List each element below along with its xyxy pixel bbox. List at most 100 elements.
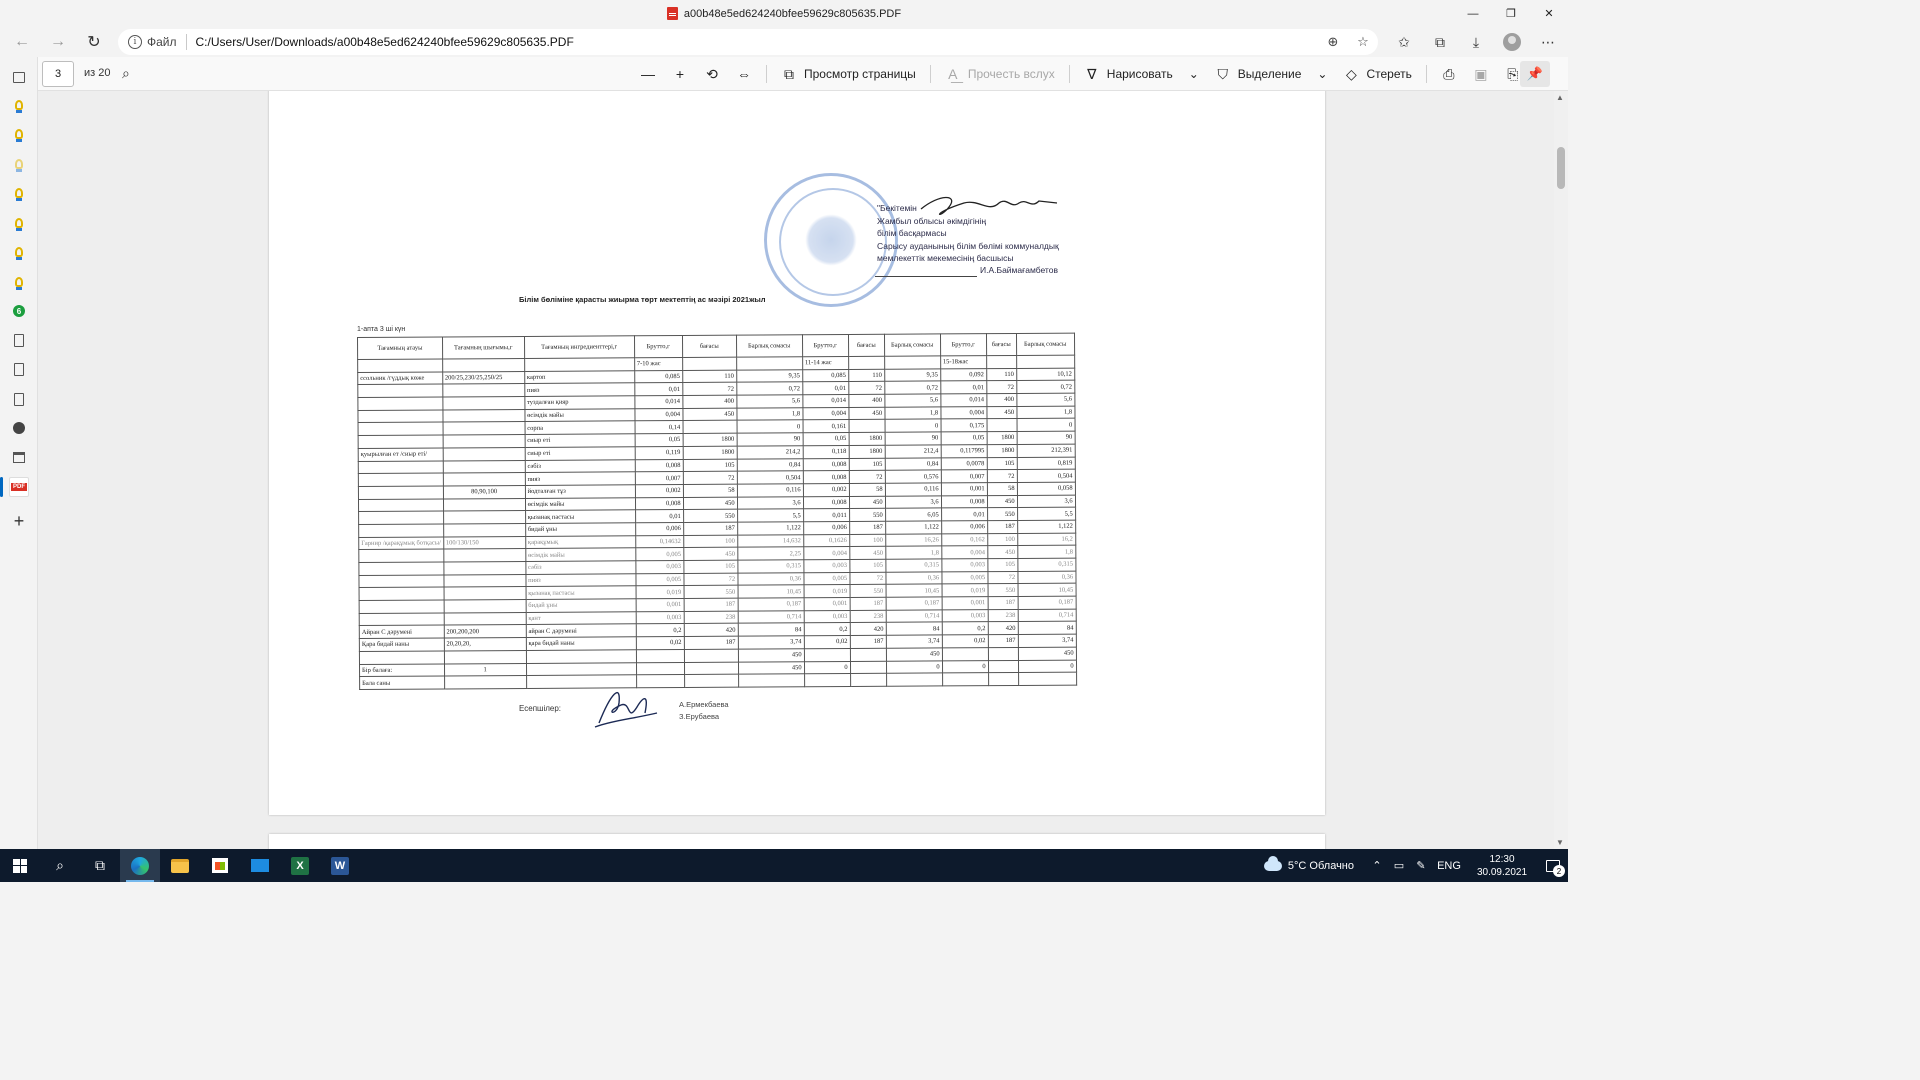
- edge-icon: [131, 856, 149, 875]
- zoom-out-button[interactable]: —: [632, 57, 664, 91]
- vertical-scrollbar[interactable]: ▲ ▼: [1554, 91, 1568, 849]
- table-cell: 450: [738, 661, 805, 675]
- search-button[interactable]: ⌕: [40, 849, 80, 882]
- refresh-button[interactable]: ↻: [76, 27, 112, 57]
- pdf-search-button[interactable]: ⌕: [122, 65, 130, 82]
- pin-toolbar-button[interactable]: 📌: [1520, 61, 1550, 87]
- sidebar-item-pdf[interactable]: PDF: [0, 473, 38, 501]
- print-button[interactable]: ⎙: [1433, 57, 1465, 91]
- table-cell: қарақұмық: [525, 535, 636, 549]
- minimize-button[interactable]: —: [1454, 0, 1492, 27]
- bulb-icon: [15, 247, 23, 260]
- table-cell: 0,005: [635, 547, 684, 561]
- profile-button[interactable]: [1494, 27, 1530, 57]
- table-cell: 0,011: [803, 508, 850, 522]
- table-cell: [884, 355, 941, 369]
- taskbar-mail[interactable]: [240, 849, 280, 882]
- network-icon[interactable]: ▭: [1388, 859, 1410, 872]
- approval-line-5: мемлекеттік мекемесінің басшысы: [877, 253, 1014, 263]
- favorites-button[interactable]: ✩: [1386, 27, 1422, 57]
- weather-widget[interactable]: 5°C Облачно: [1263, 855, 1354, 872]
- pen-icon[interactable]: ✎: [1410, 859, 1432, 872]
- notifications-button[interactable]: 2: [1538, 849, 1568, 882]
- zoom-icon[interactable]: ⊕: [1324, 33, 1342, 51]
- chevron-up-icon[interactable]: ⌃: [1366, 859, 1388, 872]
- pdf-viewer[interactable]: "Бекітемін Жамбыл облысы әкімдігінің біл…: [38, 91, 1554, 849]
- close-button[interactable]: ✕: [1530, 0, 1568, 27]
- collections-button[interactable]: ⧉: [1422, 27, 1458, 57]
- table-cell: 0: [1018, 659, 1077, 673]
- downloads-button[interactable]: ⤓: [1458, 27, 1494, 57]
- address-separator: [185, 34, 187, 50]
- address-scheme: Файл: [147, 35, 177, 49]
- taskbar-excel[interactable]: X: [280, 849, 320, 882]
- table-cell: [442, 358, 525, 372]
- approval-line-2: Жамбыл облысы әкімдігінің: [877, 215, 987, 226]
- erase-button[interactable]: ◇ Стереть: [1335, 57, 1419, 91]
- back-button[interactable]: ←: [4, 27, 40, 57]
- sidebar-item-1[interactable]: [0, 91, 38, 119]
- six-badge-icon: 6: [13, 305, 25, 317]
- sidebar-item-5[interactable]: [0, 209, 38, 237]
- table-cell: 0,008: [941, 495, 988, 509]
- taskbar-explorer[interactable]: [160, 849, 200, 882]
- table-cell: 238: [987, 609, 1018, 623]
- table-cell: [358, 574, 444, 588]
- table-cell: 1,122: [885, 520, 942, 534]
- save-button[interactable]: ▣: [1465, 57, 1497, 91]
- table-cell: 400: [682, 395, 737, 409]
- sidebar-item-4[interactable]: [0, 179, 38, 207]
- fit-page-button[interactable]: ⇔: [728, 57, 760, 91]
- clock[interactable]: 12:30 30.09.2021: [1466, 853, 1538, 879]
- start-button[interactable]: [0, 849, 40, 882]
- add-favorite-icon[interactable]: ☆: [1354, 33, 1372, 51]
- sidebar-tabs-button[interactable]: [0, 63, 38, 91]
- settings-menu-button[interactable]: ⋯: [1530, 27, 1566, 57]
- sidebar-item-6[interactable]: [0, 238, 38, 266]
- sidebar-item-3[interactable]: [0, 150, 38, 178]
- sidebar-item-9[interactable]: [0, 326, 38, 354]
- sidebar-item-8[interactable]: 6: [0, 297, 38, 325]
- taskbar-store[interactable]: [200, 849, 240, 882]
- page-number-input[interactable]: 3: [42, 61, 74, 87]
- taskbar-edge[interactable]: [120, 849, 160, 882]
- language-indicator[interactable]: ENG: [1432, 860, 1466, 872]
- pdf-tools: — + ⟲ ⇔ ⧉ Просмотр страницы A͟ Прочесть …: [632, 57, 1529, 91]
- sidebar-item-13[interactable]: [0, 443, 38, 471]
- info-icon[interactable]: i: [128, 35, 142, 49]
- taskbar-word[interactable]: W: [320, 849, 360, 882]
- draw-options-button[interactable]: ⌄: [1181, 57, 1207, 91]
- sidebar-item-11[interactable]: [0, 385, 38, 413]
- zoom-in-button[interactable]: +: [664, 57, 696, 91]
- table-cell: 72: [848, 470, 886, 484]
- page-view-button[interactable]: ⧉ Просмотр страницы: [773, 57, 924, 91]
- sidebar-item-2[interactable]: [0, 120, 38, 148]
- forward-button[interactable]: →: [40, 27, 76, 57]
- scroll-up-icon[interactable]: ▲: [1556, 93, 1564, 102]
- new-tab-button[interactable]: +: [0, 507, 38, 535]
- restore-button[interactable]: ❐: [1492, 0, 1530, 27]
- scroll-thumb[interactable]: [1557, 147, 1565, 189]
- read-aloud-button[interactable]: A͟ Прочесть вслух: [937, 57, 1063, 91]
- highlight-options-button[interactable]: ⌄: [1309, 57, 1335, 91]
- table-cell: 420: [849, 622, 886, 636]
- table-cell: 420: [683, 623, 738, 637]
- table-cell: 0,504: [736, 470, 804, 485]
- table-cell: 0,003: [635, 560, 684, 574]
- table-cell: 0,003: [803, 559, 850, 573]
- printer-icon: ⎙: [1443, 65, 1455, 82]
- table-cell: 1,122: [737, 521, 804, 535]
- clock-time: 12:30: [1489, 853, 1515, 865]
- save-as-icon: ⎘: [1507, 65, 1519, 82]
- download-icon: ⤓: [1472, 33, 1480, 50]
- scroll-down-icon[interactable]: ▼: [1556, 838, 1564, 847]
- task-view-button[interactable]: ⧉: [80, 849, 120, 882]
- sidebar-item-10[interactable]: [0, 355, 38, 383]
- sidebar-item-7[interactable]: [0, 268, 38, 296]
- sidebar-item-12[interactable]: [0, 414, 38, 442]
- rotate-button[interactable]: ⟲: [696, 57, 728, 91]
- address-bar[interactable]: i Файл C:/Users/User/Downloads/a00b48e5e…: [118, 29, 1378, 55]
- draw-button[interactable]: ∇ Нарисовать: [1076, 57, 1181, 91]
- table-cell: 0: [884, 419, 941, 433]
- highlight-button[interactable]: ⛉ Выделение: [1207, 57, 1310, 91]
